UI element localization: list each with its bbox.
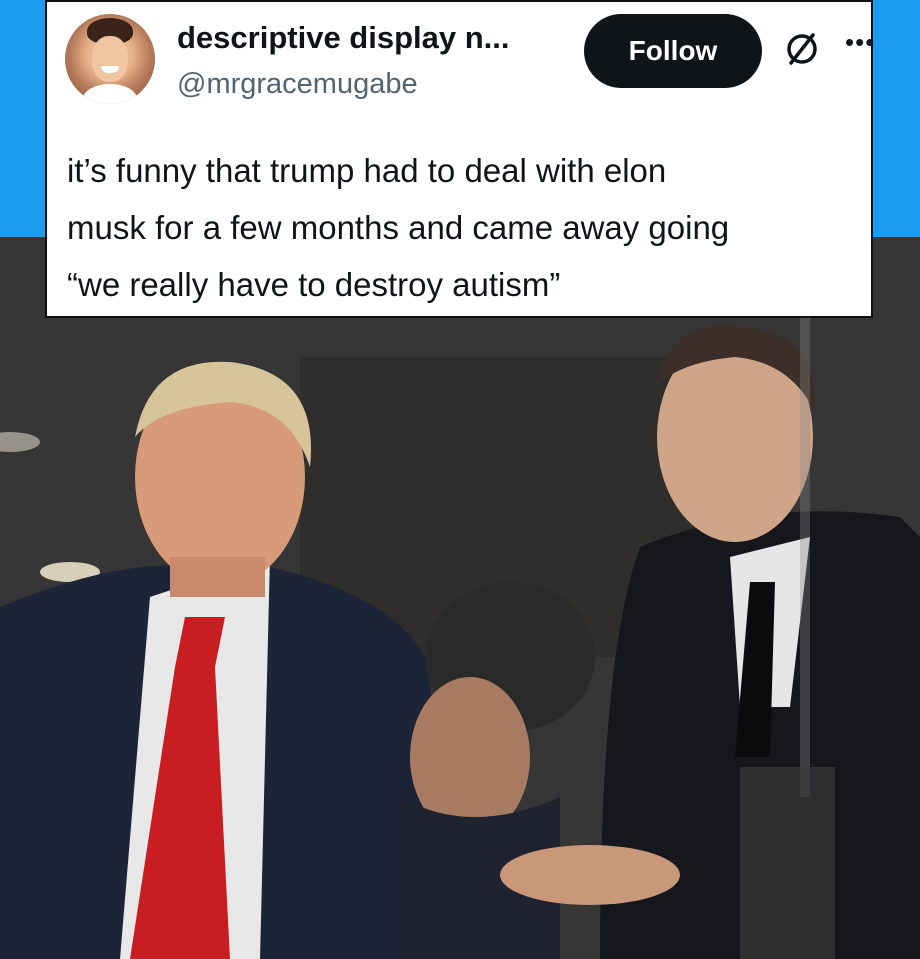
- more-options-icon[interactable]: •••: [845, 29, 875, 55]
- tweet-card: descriptive display n... @mrgracemugabe …: [45, 0, 875, 318]
- photo: [0, 237, 920, 959]
- photo-illustration: [0, 237, 920, 959]
- avatar[interactable]: [65, 14, 155, 104]
- user-handle[interactable]: @mrgracemugabe: [177, 68, 418, 101]
- slashed-circle-icon[interactable]: [782, 29, 822, 69]
- follow-button[interactable]: Follow: [584, 14, 762, 88]
- tweet-text: it’s funny that trump had to deal with e…: [67, 152, 730, 303]
- display-name[interactable]: descriptive display n...: [177, 20, 510, 56]
